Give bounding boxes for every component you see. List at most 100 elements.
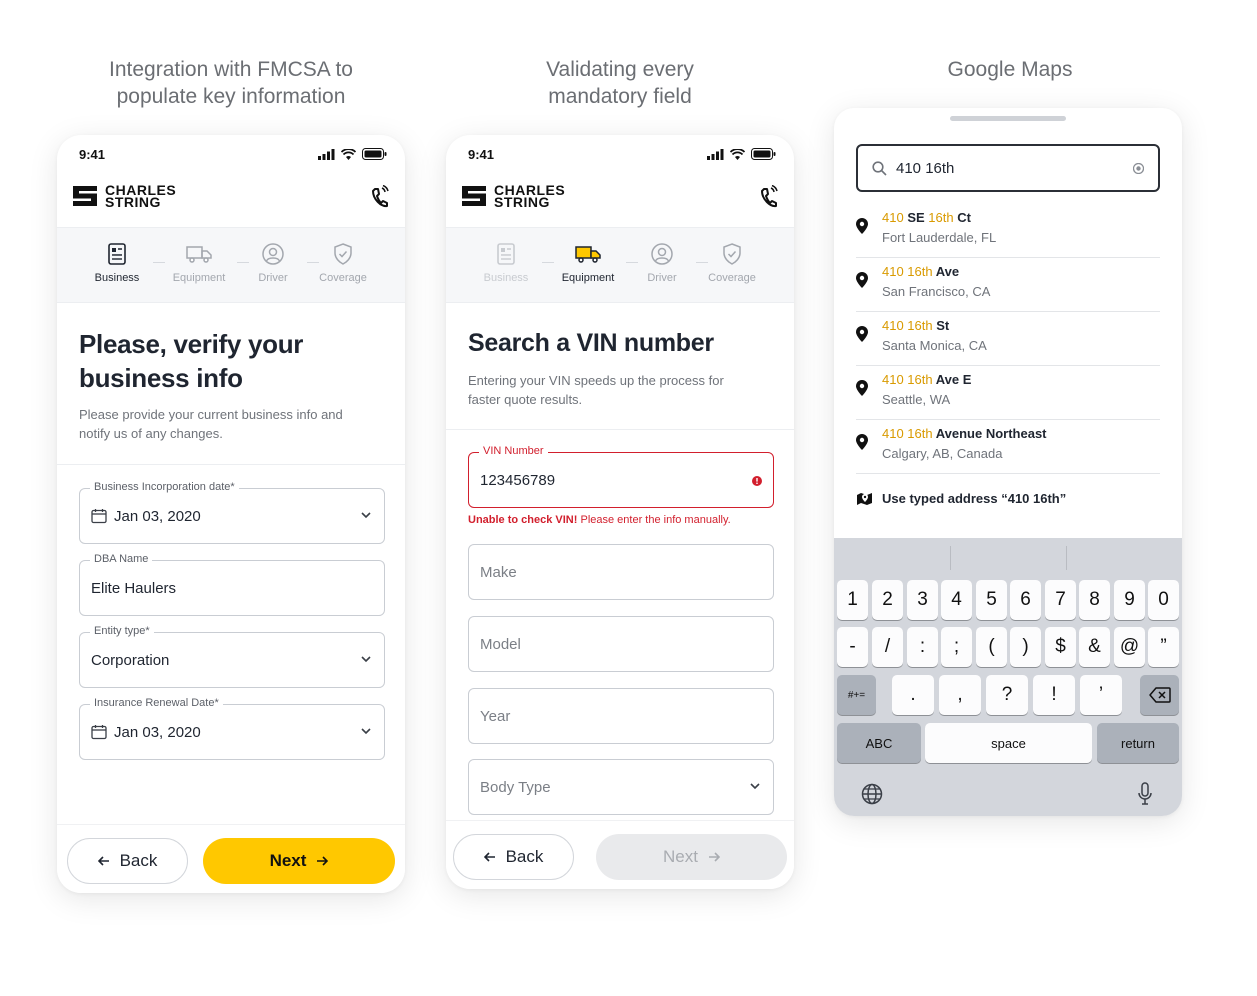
key-at[interactable]: @ — [1114, 627, 1145, 667]
caption-line: mandatory field — [548, 85, 692, 108]
key-1[interactable]: 1 — [837, 580, 868, 620]
body-type-field[interactable]: Body Type — [468, 759, 774, 815]
search-result[interactable]: 410 SE 16th Ct Fort Lauderdale, FL — [856, 204, 1160, 258]
key-period[interactable]: . — [892, 675, 934, 715]
key-2[interactable]: 2 — [872, 580, 903, 620]
result-rest: St — [932, 318, 950, 333]
result-subtitle: Fort Lauderdale, FL — [882, 230, 997, 245]
key-5[interactable]: 5 — [976, 580, 1007, 620]
caption-line: populate key information — [116, 85, 346, 108]
key-4[interactable]: 4 — [941, 580, 972, 620]
key-dash[interactable]: - — [837, 627, 868, 667]
field-value: 123456789 — [480, 472, 556, 489]
result-highlight: 16th — [928, 210, 954, 225]
dba-name-field[interactable]: DBA Name Elite Haulers — [79, 553, 385, 616]
section-divider — [57, 464, 405, 465]
use-typed-address[interactable]: Use typed address “410 16th” — [856, 489, 1160, 511]
year-field[interactable]: Year — [468, 688, 774, 744]
status-time: 9:41 — [79, 147, 106, 162]
key-3[interactable]: 3 — [907, 580, 938, 620]
result-rest: Avenue Northeast — [932, 426, 1047, 441]
key-apostrophe[interactable]: ’ — [1080, 675, 1122, 715]
microphone-icon[interactable] — [1137, 782, 1153, 806]
chevron-down-icon — [750, 783, 760, 790]
battery-icon — [362, 148, 387, 160]
key-6[interactable]: 6 — [1010, 580, 1041, 620]
step-driver[interactable]: Driver — [622, 242, 702, 284]
result-title: 410 16th Ave E — [882, 372, 971, 387]
back-button[interactable]: Back — [453, 834, 574, 880]
search-result[interactable]: 410 16th Ave E Seattle, WA — [856, 366, 1160, 420]
page-title: Please, verify your business info — [79, 327, 303, 395]
vin-error-message: Unable to check VIN! Please enter the in… — [468, 514, 731, 526]
key-paren-close[interactable]: ) — [1010, 627, 1041, 667]
sheet-grabber[interactable] — [950, 116, 1066, 121]
chevron-down-icon — [361, 728, 371, 735]
search-result[interactable]: 410 16th St Santa Monica, CA — [856, 312, 1160, 366]
shield-check-icon — [723, 243, 741, 265]
key-abc[interactable]: ABC — [837, 723, 921, 763]
phone-call-icon[interactable] — [758, 185, 778, 209]
result-mid: SE — [903, 210, 929, 225]
search-result[interactable]: 410 16th Avenue Northeast Calgary, AB, C… — [856, 420, 1160, 474]
key-paren-open[interactable]: ( — [976, 627, 1007, 667]
key-ampersand[interactable]: & — [1079, 627, 1110, 667]
key-exclamation[interactable]: ! — [1033, 675, 1075, 715]
key-return[interactable]: return — [1097, 723, 1179, 763]
step-business[interactable]: Business — [77, 242, 157, 284]
logo-mark-icon — [462, 186, 486, 206]
result-highlight: 410 — [882, 210, 904, 225]
key-dollar[interactable]: $ — [1045, 627, 1076, 667]
step-coverage[interactable]: Coverage — [303, 242, 383, 284]
model-field[interactable]: Model — [468, 616, 774, 672]
key-symbols[interactable]: #+= — [837, 675, 876, 715]
key-0[interactable]: 0 — [1148, 580, 1179, 620]
subtitle-line: Please provide your current business inf… — [79, 407, 343, 422]
vin-number-field[interactable]: VIN Number 123456789 — [468, 445, 774, 508]
next-button[interactable]: Next — [203, 838, 395, 884]
location-pin-icon — [856, 380, 868, 396]
key-9[interactable]: 9 — [1114, 580, 1145, 620]
key-8[interactable]: 8 — [1079, 580, 1110, 620]
phone-call-icon[interactable] — [369, 185, 389, 209]
subtitle-line: Entering your VIN speeds up the process … — [468, 373, 724, 388]
key-space[interactable]: space — [925, 723, 1092, 763]
subtitle-line: notify us of any changes. — [79, 426, 223, 441]
arrow-left-icon — [97, 856, 109, 866]
next-button-disabled[interactable]: Next — [596, 834, 787, 880]
field-value: Jan 03, 2020 — [114, 724, 201, 741]
key-question[interactable]: ? — [986, 675, 1028, 715]
key-slash[interactable]: / — [872, 627, 903, 667]
user-icon — [651, 243, 673, 265]
address-search-input[interactable]: 410 16th — [856, 144, 1160, 192]
key-backspace[interactable] — [1140, 675, 1179, 715]
status-icons — [318, 148, 387, 160]
globe-icon[interactable] — [861, 783, 883, 805]
key-quote[interactable]: ” — [1148, 627, 1179, 667]
back-button[interactable]: Back — [67, 838, 188, 884]
incorporation-date-field[interactable]: Business Incorporation date* Jan 03, 202… — [79, 481, 385, 544]
clear-icon[interactable] — [1133, 163, 1144, 174]
search-value: 410 16th — [896, 160, 955, 177]
arrow-left-icon — [483, 852, 495, 862]
phone-maps-search: 410 16th 410 SE 16th Ct Fort Lauderdale,… — [834, 108, 1182, 816]
step-equipment[interactable]: Equipment — [548, 242, 628, 284]
page-subtitle: Entering your VIN speeds up the process … — [468, 371, 724, 409]
result-subtitle: San Francisco, CA — [882, 284, 991, 299]
numeric-keyboard: 1 2 3 4 5 6 7 8 9 0 - / : ; ( ) $ & @ ” … — [834, 538, 1182, 816]
key-7[interactable]: 7 — [1045, 580, 1076, 620]
key-semicolon[interactable]: ; — [941, 627, 972, 667]
step-coverage[interactable]: Coverage — [692, 242, 772, 284]
step-business[interactable]: Business — [466, 242, 546, 284]
logo-text: CHARLES STRING — [105, 183, 176, 209]
make-field[interactable]: Make — [468, 544, 774, 600]
step-equipment[interactable]: Equipment — [159, 242, 239, 284]
step-driver[interactable]: Driver — [233, 242, 313, 284]
field-label: Insurance Renewal Date* — [90, 697, 223, 709]
key-colon[interactable]: : — [907, 627, 938, 667]
entity-type-field[interactable]: Entity type* Corporation — [79, 625, 385, 688]
search-result[interactable]: 410 16th Ave San Francisco, CA — [856, 258, 1160, 312]
error-bold: Unable to check VIN! — [468, 514, 578, 526]
key-comma[interactable]: , — [939, 675, 981, 715]
insurance-renewal-field[interactable]: Insurance Renewal Date* Jan 03, 2020 — [79, 697, 385, 760]
